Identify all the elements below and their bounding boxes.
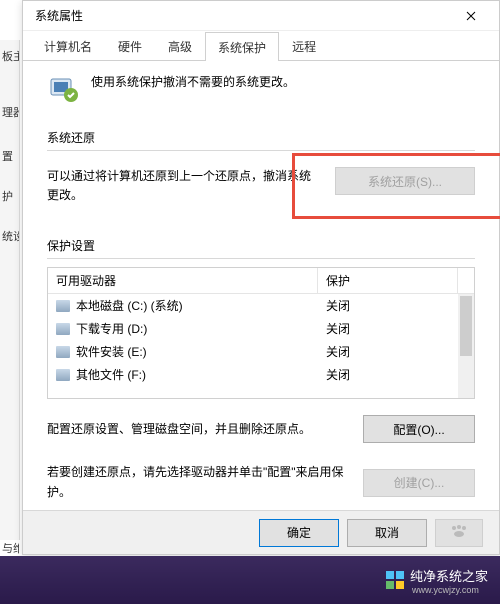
paw-icon — [449, 524, 469, 538]
table-row[interactable]: 本地磁盘 (C:) (系统) 关闭 — [48, 294, 474, 317]
table-row[interactable]: 下载专用 (D:) 关闭 — [48, 317, 474, 340]
configure-button[interactable]: 配置(O)... — [363, 415, 475, 443]
drive-icon — [56, 369, 70, 381]
drive-icon — [56, 300, 70, 312]
titlebar: 系统属性 — [23, 1, 499, 31]
create-description: 若要创建还原点，请先选择驱动器并单击"配置"来启用保护。 — [47, 463, 347, 501]
divider — [47, 258, 475, 259]
background-sidebar: 板主 理器 置 护 统设 与维 — [0, 40, 20, 540]
drive-protection: 关闭 — [326, 320, 466, 337]
scrollbar[interactable] — [458, 294, 474, 398]
dialog-footer: 确定 取消 — [23, 510, 499, 554]
close-button[interactable] — [451, 2, 491, 30]
ok-button[interactable]: 确定 — [259, 519, 339, 547]
column-header-drive[interactable]: 可用驱动器 — [48, 268, 318, 293]
tab-advanced[interactable]: 高级 — [155, 31, 205, 60]
cancel-button[interactable]: 取消 — [347, 519, 427, 547]
tab-system-protection[interactable]: 系统保护 — [205, 32, 279, 61]
system-properties-dialog: 系统属性 计算机名 硬件 高级 系统保护 远程 使用系统保护撤消不需要的系统更改… — [22, 0, 500, 555]
drive-name: 下载专用 (D:) — [76, 320, 147, 337]
dialog-title: 系统属性 — [35, 7, 83, 24]
watermark-brand: 纯净系统之家 — [410, 566, 488, 585]
drive-table: 可用驱动器 保护 本地磁盘 (C:) (系统) 关闭 下载专用 (D:) 关闭 … — [47, 267, 475, 399]
drive-name: 软件安装 (E:) — [76, 343, 147, 360]
close-icon — [466, 11, 476, 21]
table-row[interactable]: 软件安装 (E:) 关闭 — [48, 340, 474, 363]
drive-icon — [56, 323, 70, 335]
system-restore-section-title: 系统还原 — [47, 129, 475, 146]
column-header-spacer — [458, 268, 474, 293]
column-header-protection[interactable]: 保护 — [318, 268, 458, 293]
drive-icon — [56, 346, 70, 358]
watermark: 纯净系统之家 www.ycwjzy.com — [386, 566, 488, 595]
create-row: 若要创建还原点，请先选择驱动器并单击"配置"来启用保护。 创建(C)... — [47, 463, 475, 501]
protection-settings-section-title: 保护设置 — [47, 237, 475, 254]
bg-item: 板主 — [0, 40, 19, 72]
tab-hardware[interactable]: 硬件 — [105, 31, 155, 60]
tab-remote[interactable]: 远程 — [279, 31, 329, 60]
drive-name: 其他文件 (F:) — [76, 366, 146, 383]
tab-bar: 计算机名 硬件 高级 系统保护 远程 — [23, 31, 499, 61]
bg-item: 护 — [0, 180, 19, 212]
create-button[interactable]: 创建(C)... — [363, 469, 475, 497]
drive-table-header: 可用驱动器 保护 — [48, 268, 474, 294]
intro-row: 使用系统保护撤消不需要的系统更改。 — [47, 73, 475, 105]
drive-table-body[interactable]: 本地磁盘 (C:) (系统) 关闭 下载专用 (D:) 关闭 软件安装 (E:)… — [48, 294, 474, 398]
watermark-logo-icon — [386, 571, 404, 589]
watermark-strip: 纯净系统之家 www.ycwjzy.com — [0, 556, 500, 604]
drive-protection: 关闭 — [326, 366, 466, 383]
configure-description: 配置还原设置、管理磁盘空间，并且删除还原点。 — [47, 420, 347, 439]
system-protection-icon — [47, 73, 79, 105]
dialog-content: 使用系统保护撤消不需要的系统更改。 系统还原 可以通过将计算机还原到上一个还原点… — [23, 61, 499, 534]
divider — [47, 150, 475, 151]
tab-computer-name[interactable]: 计算机名 — [31, 31, 105, 60]
apply-button[interactable] — [435, 519, 483, 547]
bg-item: 置 — [0, 140, 19, 172]
table-row[interactable]: 其他文件 (F:) 关闭 — [48, 363, 474, 386]
drive-protection: 关闭 — [326, 343, 466, 360]
intro-text: 使用系统保护撤消不需要的系统更改。 — [91, 73, 295, 90]
scroll-thumb[interactable] — [460, 296, 472, 356]
bg-item: 理器 — [0, 96, 19, 128]
drive-protection: 关闭 — [326, 297, 466, 314]
drive-name: 本地磁盘 (C:) (系统) — [76, 297, 183, 314]
bg-item: 统设 — [0, 220, 19, 252]
configure-row: 配置还原设置、管理磁盘空间，并且删除还原点。 配置(O)... — [47, 415, 475, 443]
watermark-url: www.ycwjzy.com — [412, 585, 488, 595]
restore-description: 可以通过将计算机还原到上一个还原点，撤消系统更改。 — [47, 167, 319, 205]
system-restore-button[interactable]: 系统还原(S)... — [335, 167, 475, 195]
restore-row: 可以通过将计算机还原到上一个还原点，撤消系统更改。 系统还原(S)... — [47, 167, 475, 205]
